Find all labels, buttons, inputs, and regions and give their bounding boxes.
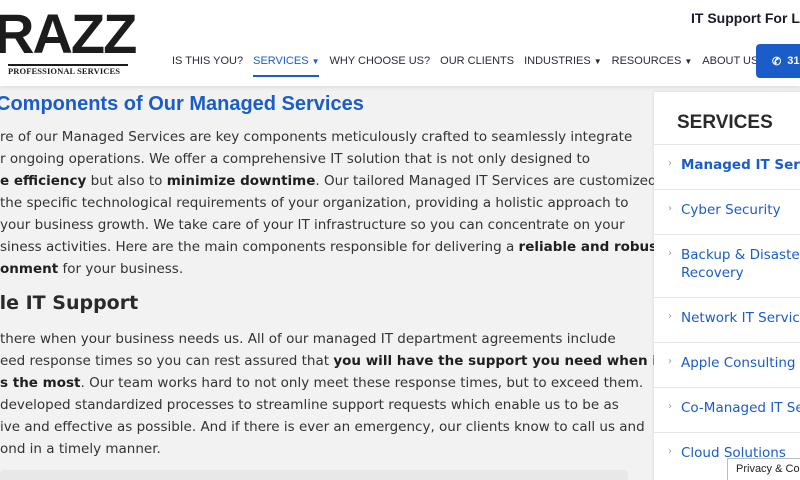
chevron-right-icon: › xyxy=(668,446,672,457)
caret-down-icon: ▼ xyxy=(311,56,320,66)
emphasis-text: minimize downtime xyxy=(166,173,316,189)
sidebar-item-managed-it-servic[interactable]: › Managed IT Servic xyxy=(654,144,800,189)
site-logo[interactable]: RAZZ PROFESSIONAL SERVICES xyxy=(0,2,137,78)
sidebar-item-label: Cyber Security xyxy=(681,202,781,218)
sidebar-title: SERVICES xyxy=(677,112,773,133)
nav-item-services[interactable]: SERVICES ▼ xyxy=(253,52,320,77)
header-tagline: IT Support For Lo xyxy=(691,10,800,26)
sidebar-item-network-it-services[interactable]: › Network IT Services xyxy=(654,297,800,342)
logo-wordmark: RAZZ xyxy=(0,2,137,65)
nav-item-label: IS THIS YOU? xyxy=(172,55,244,67)
nav-item-label: SERVICES xyxy=(253,55,309,67)
text-line: onment for your business. xyxy=(0,261,184,277)
site-header: RAZZ PROFESSIONAL SERVICES IT Support Fo… xyxy=(0,0,800,86)
text-line: re of our Managed Services are key compo… xyxy=(0,129,633,145)
nav-item-label: RESOURCES xyxy=(611,55,682,67)
nav-item-why-choose-us[interactable]: WHY CHOOSE US? xyxy=(329,52,430,70)
logo-subtitle: PROFESSIONAL SERVICES xyxy=(8,66,121,76)
nav-item-label: ABOUT US xyxy=(702,55,759,67)
intro-paragraph: re of our Managed Services are key compo… xyxy=(0,126,664,280)
subsection-heading: ble IT Support xyxy=(0,292,139,314)
caret-down-icon: ▼ xyxy=(593,56,602,66)
chevron-right-icon: › xyxy=(668,158,672,169)
emphasis-text: you will have the support you need when … xyxy=(333,353,664,369)
chevron-right-icon: › xyxy=(668,356,672,367)
text-line: r ongoing operations. We offer a compreh… xyxy=(0,151,591,167)
support-paragraph: there when your business needs us. All o… xyxy=(0,328,664,460)
sidebar-item-apple-consulting[interactable]: › Apple Consulting xyxy=(654,342,800,387)
text-line: eed response times so you can rest assur… xyxy=(0,353,664,369)
chevron-right-icon: › xyxy=(668,311,672,322)
section-heading: Components of Our Managed Services xyxy=(0,93,364,115)
text-line: your business growth. We take care of yo… xyxy=(0,217,625,233)
nav-item-resources[interactable]: RESOURCES ▼ xyxy=(612,52,693,70)
sidebar-item-co-managed-it-ser[interactable]: › Co-Managed IT Ser xyxy=(654,387,800,432)
text-line: ive and effective as possible. And if th… xyxy=(0,419,645,435)
emphasis-text: e efficiency xyxy=(0,173,87,189)
nav-item-is-this-you[interactable]: IS THIS YOU? xyxy=(172,52,243,70)
chevron-right-icon: › xyxy=(668,401,672,412)
call-button[interactable]: ✆ 31 xyxy=(756,44,800,78)
text-line: s the most. Our team works hard to not o… xyxy=(0,375,644,391)
nav-item-industries[interactable]: INDUSTRIES ▼ xyxy=(524,52,602,70)
sidebar-item-label: Co-Managed IT Ser xyxy=(681,400,800,416)
text-line: there when your business needs us. All o… xyxy=(0,331,616,347)
sidebar-item-label: Backup & Disaster Recovery xyxy=(681,247,800,281)
main-nav: IS THIS YOU? SERVICES ▼ WHY CHOOSE US? OUR C… xyxy=(172,52,800,77)
chevron-right-icon: › xyxy=(668,203,672,214)
next-section-box xyxy=(0,470,628,480)
text-line: ond in a timely manner. xyxy=(0,441,161,457)
caret-down-icon: ▼ xyxy=(684,56,693,66)
services-sidebar: SERVICES › Managed IT Servic › Cyber Securi… xyxy=(654,92,800,480)
emphasis-text: reliable and robust xyxy=(518,239,664,255)
text-line: e efficiency but also to minimize downti… xyxy=(0,173,657,189)
main-content: Components of Our Managed Services re of… xyxy=(0,86,664,480)
emphasis-text: onment xyxy=(0,261,59,277)
text-line: developed standardized processes to stre… xyxy=(0,397,619,413)
chevron-right-icon: › xyxy=(668,248,672,259)
phone-icon: ✆ xyxy=(772,55,782,68)
emphasis-text: s the most xyxy=(0,375,81,391)
sidebar-item-label: Network IT Services xyxy=(681,310,800,326)
text-line: siness activities. Here are the main com… xyxy=(0,239,664,255)
sidebar-item-label: Managed IT Servic xyxy=(681,157,800,173)
text-line: the specific technological requirements … xyxy=(0,195,629,211)
privacy-cookies-button[interactable]: Privacy & Coo xyxy=(727,458,800,480)
call-button-label: 31 xyxy=(787,55,800,67)
sidebar-item-label: Apple Consulting xyxy=(681,355,796,371)
nav-item-label: WHY CHOOSE US? xyxy=(329,55,431,67)
sidebar-item-cyber-security[interactable]: › Cyber Security xyxy=(654,189,800,234)
nav-item-label: INDUSTRIES xyxy=(524,55,591,67)
sidebar-item-backup-disaster-recovery[interactable]: › Backup & Disaster Recovery xyxy=(654,234,800,297)
nav-item-label: OUR CLIENTS xyxy=(440,55,515,67)
nav-item-our-clients[interactable]: OUR CLIENTS xyxy=(440,52,514,70)
